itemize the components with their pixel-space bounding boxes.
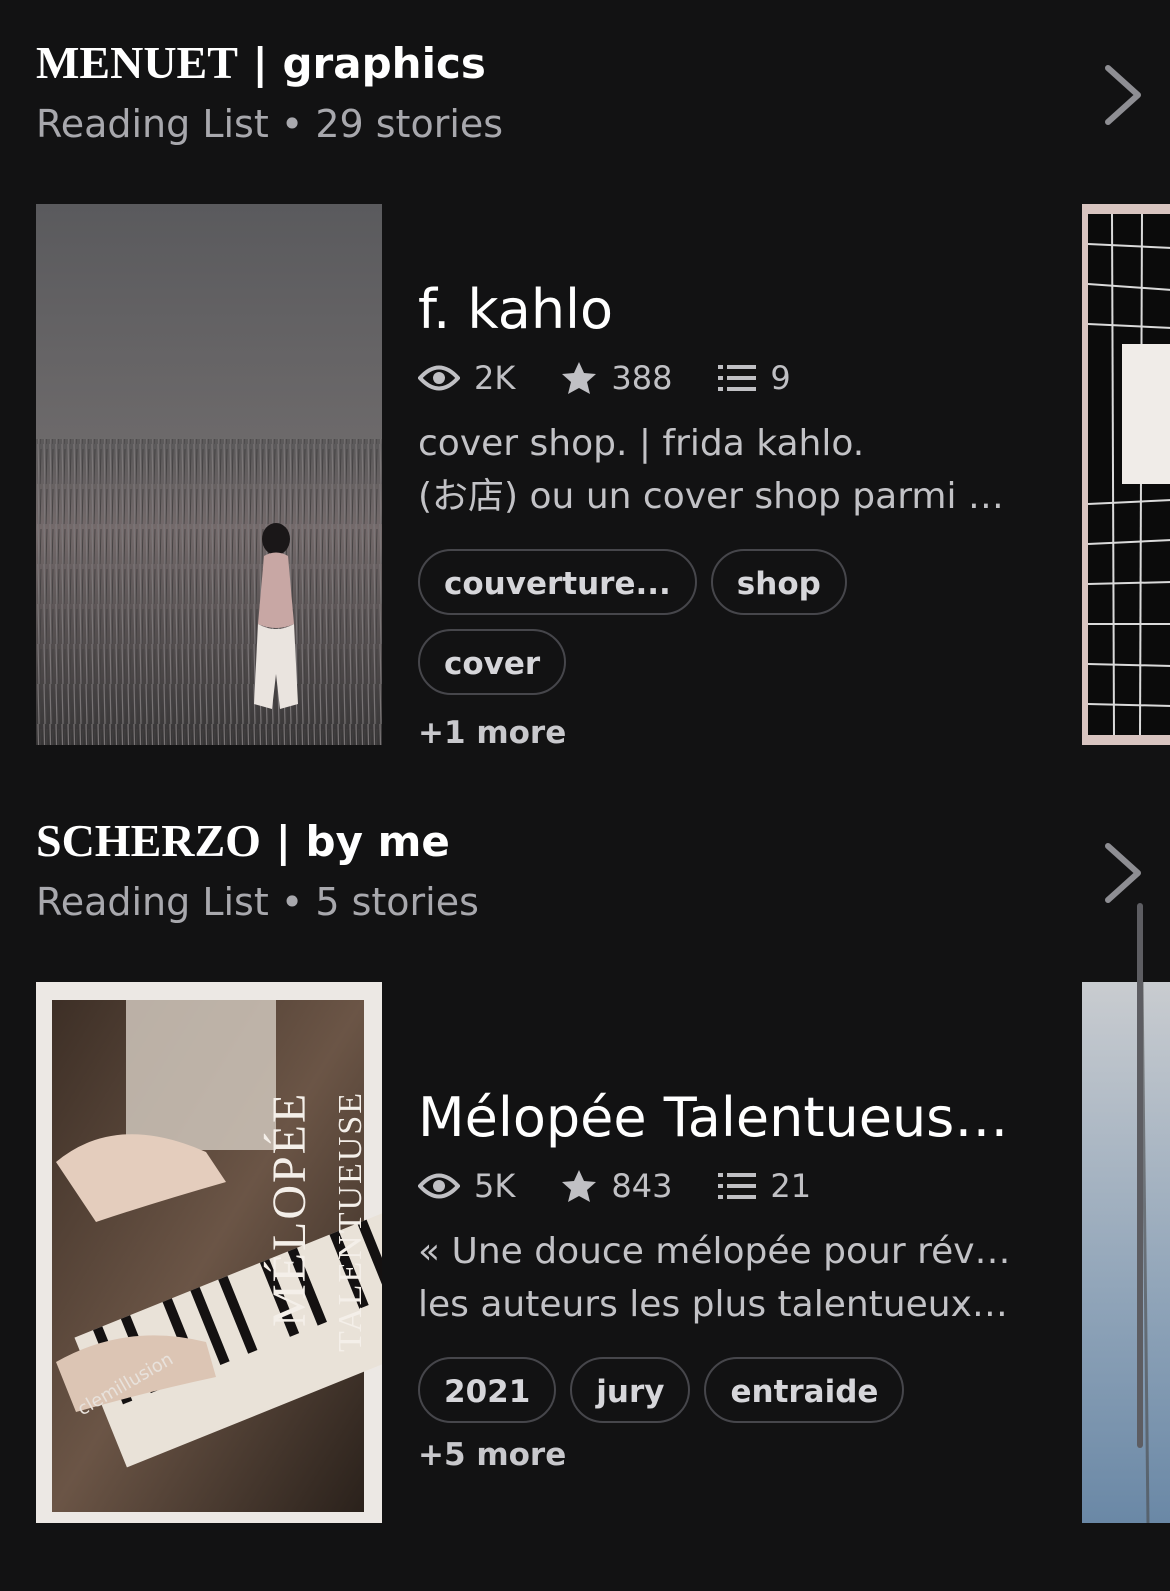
story-description-line: les auteurs les plus talentueux a… [418,1284,1018,1325]
tag-chip[interactable]: couverture... [418,549,697,615]
story-description-line: (お店) ou un cover shop parmi u… [418,476,1018,517]
list-icon [718,1173,757,1199]
story-cover-image[interactable] [36,204,382,745]
tag-chip[interactable]: shop [710,549,847,615]
story-title[interactable]: f. kahlo [418,278,1018,341]
votes-count: 843 [611,1167,673,1205]
votes-stat: 843 [561,1167,672,1205]
views-count: 2K [474,359,516,397]
views-stat: 2K [418,359,515,397]
eye-icon [418,1173,460,1199]
parts-stat: 9 [718,359,791,397]
reading-list-subtitle: Reading List • 5 stories [36,880,479,924]
votes-count: 388 [611,359,673,397]
reading-list-title-suffix: | graphics [237,39,486,88]
reading-list-title-main: SCHERZO [36,815,261,866]
story-cover-image[interactable]: MÉLOPÉE TALENTUEUSE clemillusion [36,982,382,1523]
cover-title-sub: TALENTUEUSE [332,1090,369,1352]
reading-list-subtitle: Reading List • 29 stories [36,102,504,146]
chevron-right-icon[interactable] [1100,64,1144,126]
story-tags: 2021 jury entraide +5 more [418,1357,1018,1487]
story-info: f. kahlo 2K 388 9 cover shop. | frida ka… [418,278,1018,751]
views-count: 5K [474,1167,516,1205]
votes-stat: 388 [561,359,672,397]
views-stat: 5K [418,1167,515,1205]
reading-list-title-suffix: | by me [260,817,450,866]
story-title[interactable]: Mélopée Talentueuse… [418,1086,1018,1149]
scrollbar[interactable] [1137,903,1143,1448]
reading-list-title[interactable]: MENUET | graphics [36,34,486,92]
next-story-cover-peek[interactable] [1082,982,1170,1523]
story-description: « Une douce mélopée pour révéler les aut… [418,1225,1018,1331]
reading-list-title[interactable]: SCHERZO | by me [36,812,450,870]
parts-count: 21 [770,1167,812,1205]
tag-chip[interactable]: entraide [704,1357,905,1423]
tag-chip[interactable]: jury [570,1357,691,1423]
story-description: cover shop. | frida kahlo. (お店) ou un co… [418,417,1018,523]
list-icon [718,365,757,391]
story-tags: couverture... shop cover +1 more [418,549,1018,751]
story-info: Mélopée Talentueuse… 5K 843 21 « Une dou… [418,1086,1018,1487]
more-tags-link[interactable]: +1 more [418,715,1018,751]
story-description-line: cover shop. | frida kahlo. [418,423,865,464]
star-icon [562,1170,597,1202]
story-stats: 5K 843 21 [418,1167,1018,1205]
tag-chip[interactable]: 2021 [418,1357,557,1423]
cover-title-main: MÉLOPÉE [263,1091,316,1327]
more-tags-link[interactable]: +5 more [418,1437,566,1473]
tag-chip[interactable]: cover [418,629,567,695]
chevron-right-icon[interactable] [1100,842,1144,904]
story-description-line: « Une douce mélopée pour révéler [418,1231,1018,1272]
story-stats: 2K 388 9 [418,359,1018,397]
star-icon [562,362,597,394]
parts-count: 9 [770,359,791,397]
reading-list-title-main: MENUET [36,37,238,88]
next-story-cover-peek[interactable] [1082,204,1170,745]
eye-icon [418,365,460,391]
parts-stat: 21 [718,1167,811,1205]
